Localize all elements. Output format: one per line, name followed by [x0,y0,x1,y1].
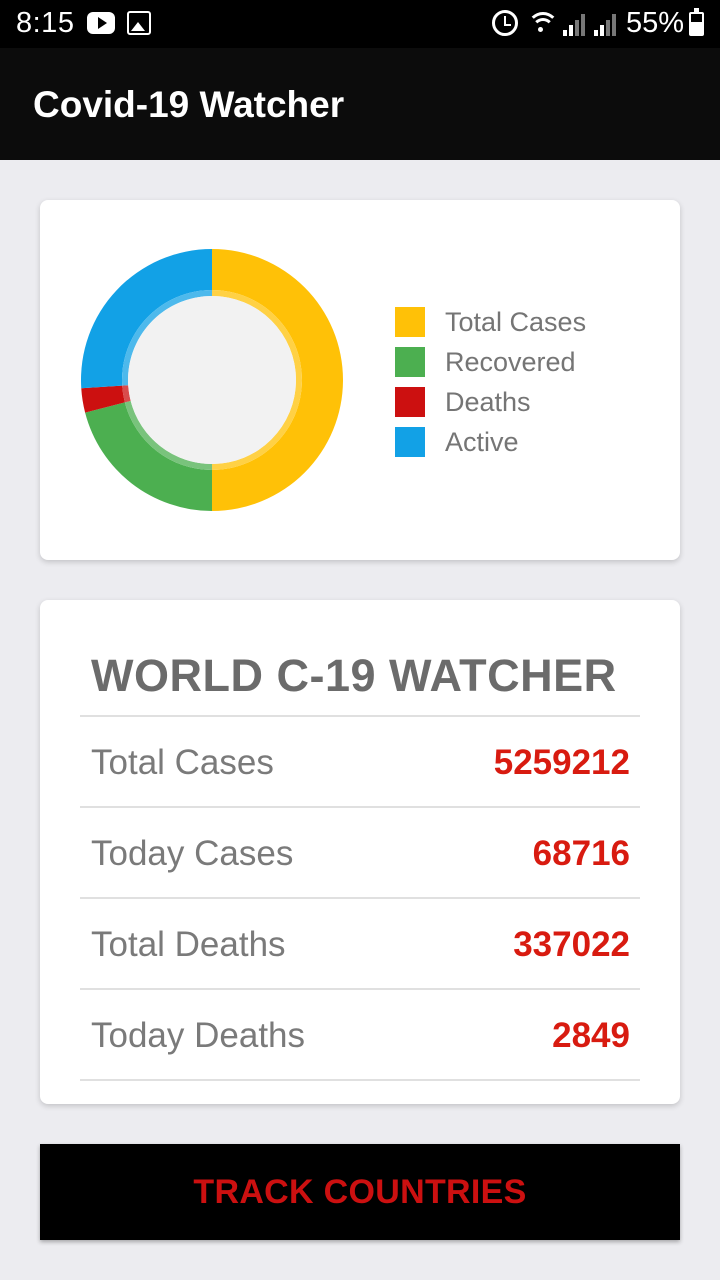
legend-label: Active [445,427,519,457]
legend-label: Deaths [445,387,531,417]
donut-chart [81,249,343,511]
signal-icon [563,12,587,36]
stat-label: Total Deaths [91,925,286,964]
track-countries-button[interactable]: TRACK COUNTRIES [40,1144,680,1240]
app-bar: Covid-19 Watcher [0,48,720,160]
youtube-icon [87,12,115,34]
stats-card: WORLD C-19 WATCHER Total Cases 5259212 T… [40,600,680,1104]
stat-row-today-cases: Today Cases 68716 [80,808,640,898]
alarm-icon [492,10,518,36]
stat-label: Total Cases [91,743,274,782]
stat-row-total-cases: Total Cases 5259212 [80,717,640,807]
stat-value: 337022 [513,925,630,964]
stat-label: Today Deaths [91,1016,306,1055]
battery-level: 55% [626,7,685,39]
legend-swatch [395,347,425,377]
donut-hole [128,296,296,464]
stat-row-total-deaths: Total Deaths 337022 [80,899,640,989]
battery-icon [689,8,704,36]
divider [80,1079,640,1081]
track-countries-label: TRACK COUNTRIES [193,1172,527,1211]
legend-swatch [395,427,425,457]
stat-value: 2849 [552,1016,630,1055]
stat-value: 68716 [532,834,630,873]
status-time: 8:15 [16,7,75,39]
legend-swatch [395,387,425,417]
image-icon [127,11,151,35]
status-bar: 8:15 55% [0,0,720,48]
stat-row-today-deaths: Today Deaths 2849 [80,990,640,1080]
chart-card: Total Cases Recovered Deaths Active [40,200,680,560]
wifi-icon [526,10,560,40]
legend-label: Recovered [445,347,576,377]
stat-label: Today Cases [91,834,294,873]
stat-value: 5259212 [493,743,630,782]
stats-title: WORLD C-19 WATCHER [91,650,617,701]
signal-icon [594,12,618,36]
app-title: Covid-19 Watcher [33,84,345,125]
legend-swatch [395,307,425,337]
legend-label: Total Cases [445,307,587,337]
